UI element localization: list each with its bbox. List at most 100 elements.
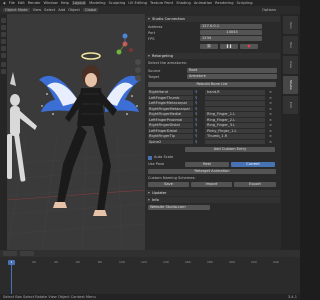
remove-mapping-icon[interactable]: ×: [269, 123, 274, 128]
remove-mapping-icon[interactable]: ×: [269, 101, 274, 106]
rest-pose-button[interactable]: Rest: [185, 162, 229, 167]
remove-mapping-icon[interactable]: ×: [269, 129, 274, 134]
navigation-gizmo[interactable]: [116, 33, 134, 55]
blender-logo-icon[interactable]: ◈: [3, 1, 6, 5]
retarget-animation-button[interactable]: Retarget Animation: [148, 169, 276, 174]
tab-item[interactable]: Item: [283, 16, 298, 34]
remove-mapping-icon[interactable]: ×: [269, 107, 274, 112]
port-field[interactable]: 14043: [200, 30, 262, 35]
timeline-editor[interactable]: 20 40 60 80 100 120 140 160 180 200 220 …: [0, 250, 300, 294]
workspace-tab-modeling[interactable]: Modeling: [89, 1, 105, 5]
bone-icon: ⚲: [195, 117, 198, 122]
mapping-source[interactable]: LeftFingerMetacarpal: [148, 101, 193, 106]
playback-menu[interactable]: [3, 251, 17, 256]
transform-orientation-select[interactable]: Global: [82, 8, 99, 12]
menu-select[interactable]: Select: [44, 8, 55, 12]
workspace-tab-rendering[interactable]: Rendering: [215, 1, 233, 5]
mapping-source[interactable]: Spine2: [148, 139, 193, 144]
mapping-source[interactable]: LeftFingerDistal: [148, 128, 193, 133]
fps-field[interactable]: 1234: [200, 36, 262, 41]
mapping-source[interactable]: RightHand: [148, 90, 193, 95]
viewport-scene: [7, 33, 145, 250]
workspace-tab-texture-paint[interactable]: Texture Paint: [150, 1, 173, 5]
menu-help[interactable]: Help: [61, 1, 69, 5]
annotate-tool-icon[interactable]: [1, 62, 6, 67]
rotate-tool-icon[interactable]: [1, 39, 6, 44]
workspace-tab-layout[interactable]: Layout: [71, 1, 87, 5]
import-scheme-button[interactable]: Import: [191, 182, 232, 187]
menu-add[interactable]: Add: [58, 8, 65, 12]
viewport-nav-buttons[interactable]: [135, 59, 141, 81]
menu-object[interactable]: Object: [68, 8, 80, 12]
retargeting-header[interactable]: Retargeting: [146, 53, 280, 59]
remove-mapping-icon[interactable]: ×: [269, 134, 274, 139]
custom-naming-label: Custom Naming Schemes:: [148, 176, 196, 180]
frame-ruler[interactable]: 20 40 60 80 100 120 140 160 180 200 220 …: [0, 260, 300, 266]
add-custom-entry-button[interactable]: Add Custom Entry: [185, 147, 275, 152]
mapping-target[interactable]: Ring_Finger_3.L: [205, 123, 265, 128]
tab-edit[interactable]: Edit: [283, 96, 298, 114]
remove-mapping-icon[interactable]: ×: [269, 118, 274, 123]
current-pose-button[interactable]: Current: [231, 162, 275, 167]
record-button[interactable]: ●: [240, 44, 258, 49]
cursor-tool-icon[interactable]: [1, 25, 6, 30]
workspace-tab-scripting[interactable]: Scripting: [237, 1, 253, 5]
scale-tool-icon[interactable]: [1, 46, 6, 51]
keying-menu[interactable]: [20, 251, 34, 256]
mapping-source[interactable]: LeftFingerProximal: [148, 117, 193, 122]
remove-mapping-icon[interactable]: ×: [269, 140, 274, 145]
workspace-tab-shading[interactable]: Shading: [176, 1, 191, 5]
frame-tick: 140: [163, 260, 169, 264]
mode-select[interactable]: Object Mode: [3, 8, 30, 12]
mapping-target[interactable]: [205, 106, 265, 111]
info-header[interactable]: Info: [146, 197, 280, 203]
options-button[interactable]: Options: [262, 8, 276, 12]
mapping-source[interactable]: RightFingerTip: [148, 134, 193, 139]
source-armature-select[interactable]: Root: [187, 68, 277, 73]
website-button[interactable]: Website Studio.com: [148, 205, 210, 210]
workspace-tab-sculpting[interactable]: Sculpting: [109, 1, 126, 5]
menu-view[interactable]: View: [33, 8, 42, 12]
menu-edit[interactable]: Edit: [18, 1, 25, 5]
move-tool-icon[interactable]: [1, 32, 6, 37]
save-scheme-button[interactable]: Save: [148, 182, 189, 187]
updater-header[interactable]: Updater: [146, 190, 280, 196]
measure-tool-icon[interactable]: [1, 69, 6, 74]
mapping-target[interactable]: [205, 139, 265, 144]
rebuild-bone-list-button[interactable]: Rebuild Bone List: [148, 82, 276, 87]
tab-view[interactable]: View: [283, 56, 298, 74]
mapping-target[interactable]: hand.R: [205, 90, 265, 95]
mapping-target[interactable]: [205, 101, 265, 106]
mapping-target[interactable]: Pinky_Finger_1.L: [205, 128, 265, 133]
mapping-target[interactable]: Ring_Finger_2.L: [205, 117, 265, 122]
menu-render[interactable]: Render: [28, 1, 41, 5]
pause-button[interactable]: ❚❚: [220, 44, 238, 49]
export-scheme-button[interactable]: Export: [234, 182, 276, 187]
mapping-source[interactable]: RightFingerDistal: [148, 123, 193, 128]
connect-button[interactable]: ⛓: [200, 44, 218, 49]
mapping-source[interactable]: RightFingerMedial: [148, 112, 193, 117]
menu-window[interactable]: Window: [44, 1, 58, 5]
mapping-target[interactable]: [205, 95, 265, 100]
mapping-source[interactable]: RightFingerMetacarpal: [148, 106, 193, 111]
remove-mapping-icon[interactable]: ×: [269, 96, 274, 101]
mapping-target[interactable]: Thumb_1.R: [205, 134, 265, 139]
studio-connection-header[interactable]: Studio Connection: [146, 16, 280, 22]
auto-scale-checkbox[interactable]: [148, 156, 152, 160]
mapping-source[interactable]: LeftFingerThumb: [148, 95, 193, 100]
3d-viewport[interactable]: [7, 14, 145, 250]
tab-studio[interactable]: Studio: [283, 76, 298, 94]
menu-file[interactable]: File: [9, 1, 15, 5]
address-field[interactable]: 127.0.0.1: [200, 24, 262, 29]
address-label: Address: [148, 25, 163, 29]
tab-tool[interactable]: Tool: [283, 36, 298, 54]
workspace-tab-uv-editing[interactable]: UV Editing: [128, 1, 147, 5]
select-tool-icon[interactable]: [1, 18, 6, 23]
target-armature-select[interactable]: Armature: [187, 74, 277, 79]
mannequin-model[interactable]: [7, 72, 37, 182]
mapping-target[interactable]: Ring_Finger_1.L: [205, 112, 265, 117]
transform-tool-icon[interactable]: [1, 53, 6, 58]
workspace-tab-animation[interactable]: Animation: [194, 1, 212, 5]
remove-mapping-icon[interactable]: ×: [269, 90, 274, 95]
remove-mapping-icon[interactable]: ×: [269, 112, 274, 117]
